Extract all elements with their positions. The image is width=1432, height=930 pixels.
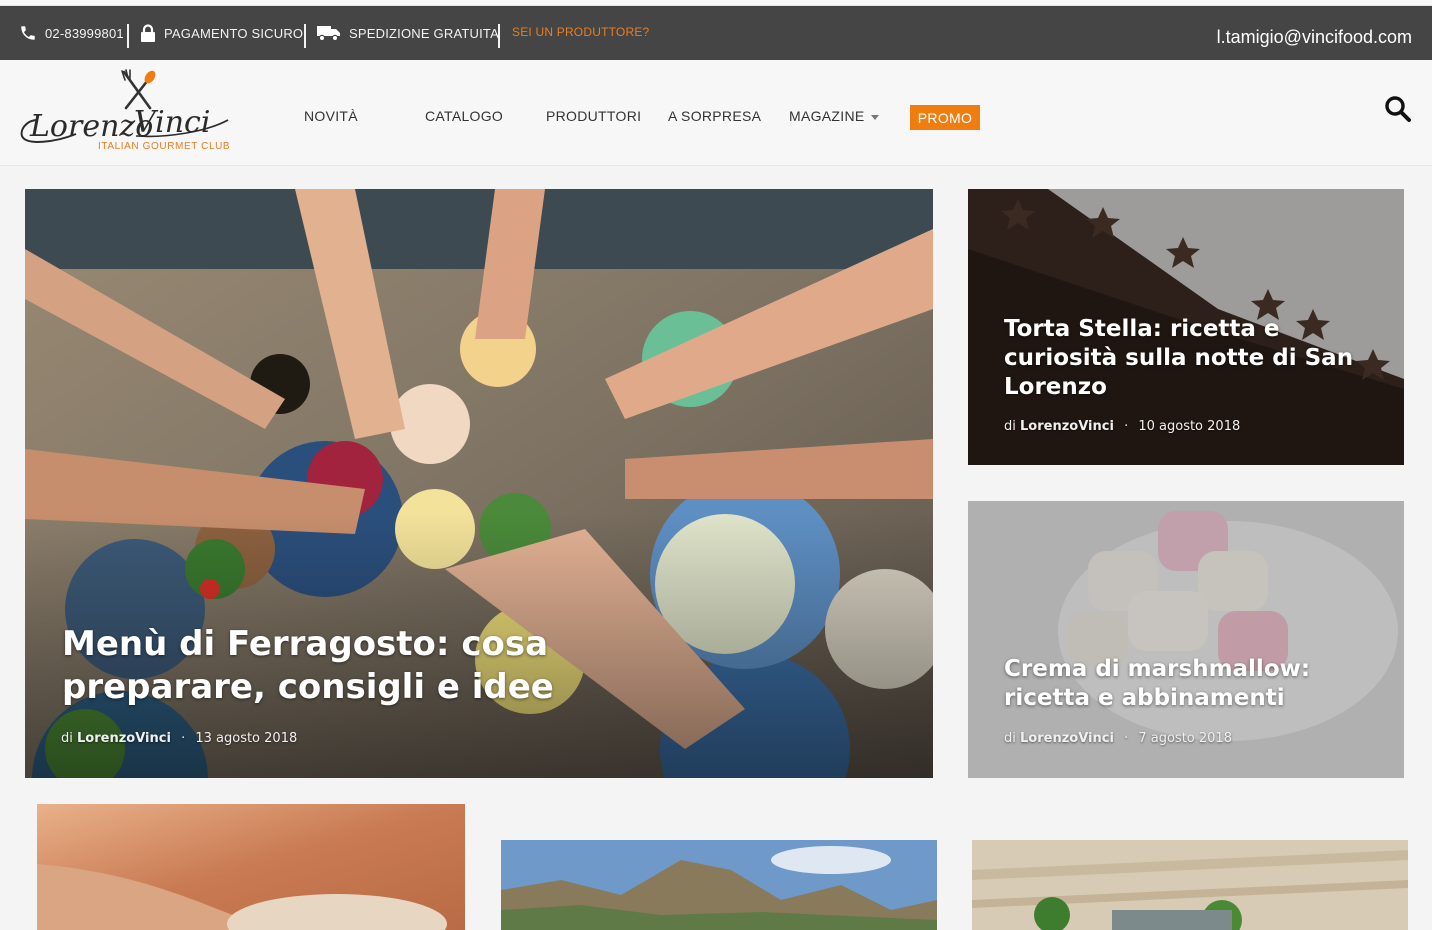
article-image	[37, 804, 465, 930]
lock-icon	[141, 23, 155, 42]
nav-catalogo[interactable]: CATALOGO	[425, 108, 503, 128]
truck-icon	[317, 26, 340, 42]
article-meta: di LorenzoVinci · 10 agosto 2018	[1004, 419, 1240, 434]
logo-tagline: ITALIAN GOURMET CLUB	[98, 141, 231, 152]
producer-link[interactable]: SEI UN PRODUTTORE?	[512, 6, 649, 58]
article-thumbnail[interactable]	[37, 804, 465, 930]
chevron-down-icon	[870, 114, 879, 120]
phone-link[interactable]: 02-83999801	[19, 6, 124, 60]
article-title[interactable]: Torta Stella: ricetta e curiosità sulla …	[1004, 315, 1353, 402]
article-date: 13 agosto 2018	[195, 731, 298, 746]
article-title-line: curiosità sulla notte di San	[1004, 345, 1354, 371]
side-article-card[interactable]: Crema di marshmallow: ricetta e abbiname…	[968, 501, 1404, 778]
phone-number: 02-83999801	[45, 25, 124, 41]
search-button[interactable]	[1384, 95, 1412, 123]
nav-novita[interactable]: NOVITÀ	[304, 108, 358, 128]
article-author[interactable]: LorenzoVinci	[1020, 731, 1114, 746]
article-title-line: preparare, consigli e idee	[62, 667, 554, 707]
article-title[interactable]: Crema di marshmallow: ricetta e abbiname…	[1004, 655, 1310, 713]
nav-magazine-label: MAGAZINE	[789, 108, 865, 124]
meta-separator: ·	[1124, 731, 1129, 746]
article-title-line: Lorenzo	[1004, 374, 1107, 400]
side-article-card[interactable]: Torta Stella: ricetta e curiosità sulla …	[968, 189, 1404, 465]
divider	[498, 24, 500, 48]
article-thumbnail[interactable]	[501, 840, 937, 930]
article-title-line: Torta Stella: ricetta e	[1004, 316, 1280, 342]
promo-button[interactable]: PROMO	[910, 105, 980, 130]
producer-link-label: SEI UN PRODUTTORE?	[512, 25, 650, 39]
meta-separator: ·	[1124, 419, 1129, 434]
utility-bar: 02-83999801 PAGAMENTO SICURO SPEDIZIONE …	[0, 6, 1432, 60]
article-author[interactable]: LorenzoVinci	[1020, 419, 1114, 434]
article-title-line: Crema di marshmallow:	[1004, 656, 1311, 682]
meta-by: di	[1004, 419, 1016, 434]
article-image	[972, 840, 1408, 930]
article-title-line: Menù di Ferragosto: cosa	[62, 624, 549, 664]
article-thumbnail[interactable]	[972, 840, 1408, 930]
nav-magazine[interactable]: MAGAZINE	[789, 108, 879, 128]
meta-separator: ·	[181, 731, 186, 746]
search-icon	[1385, 96, 1411, 122]
article-author[interactable]: LorenzoVinci	[77, 731, 171, 746]
article-date: 10 agosto 2018	[1138, 419, 1241, 434]
free-shipping-info: SPEDIZIONE GRATUITA	[317, 6, 499, 60]
article-title-line: ricetta e abbinamenti	[1004, 685, 1285, 711]
article-title[interactable]: Menù di Ferragosto: cosa preparare, cons…	[62, 623, 554, 709]
meta-by: di	[1004, 731, 1016, 746]
user-email[interactable]: l.tamigio@vincifood.com	[1217, 6, 1412, 66]
meta-by: di	[61, 731, 73, 746]
article-image	[501, 840, 937, 930]
free-shipping-label: SPEDIZIONE GRATUITA	[349, 25, 499, 41]
article-meta: di LorenzoVinci · 13 agosto 2018	[61, 731, 297, 746]
divider	[304, 24, 306, 48]
secure-payment-label: PAGAMENTO SICURO	[164, 25, 304, 41]
phone-icon	[21, 26, 35, 40]
featured-article-card[interactable]: Menù di Ferragosto: cosa preparare, cons…	[25, 189, 933, 778]
article-date: 7 agosto 2018	[1138, 731, 1232, 746]
divider	[127, 24, 129, 48]
secure-payment-info: PAGAMENTO SICURO	[140, 6, 303, 60]
article-meta: di LorenzoVinci · 7 agosto 2018	[1004, 731, 1232, 746]
nav-a-sorpresa[interactable]: A SORPRESA	[668, 108, 761, 128]
nav-produttori[interactable]: PRODUTTORI	[546, 108, 641, 128]
